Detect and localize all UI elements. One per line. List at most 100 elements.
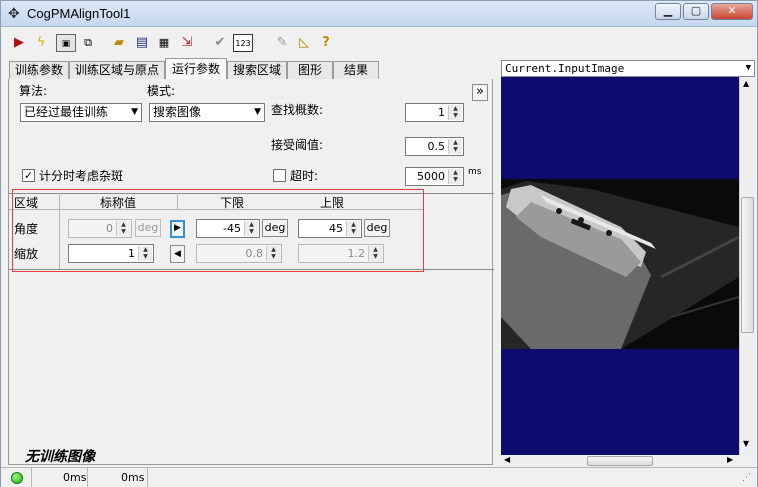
timeout-value: 5000 (417, 170, 445, 183)
find-count-stepper[interactable]: 1 ▲ ▼ (405, 103, 464, 122)
app-icon: ✥ (8, 6, 20, 22)
angle-nominal-unit-button[interactable]: deg (135, 219, 161, 237)
expand-button[interactable]: » (472, 84, 488, 101)
tab-train-region-origin[interactable]: 训练区域与原点 (69, 61, 165, 79)
image-source-value: Current.InputImage (505, 62, 625, 75)
scale-low-value: 0.8 (245, 247, 264, 260)
grid-icon[interactable]: ▦ (155, 34, 173, 52)
accept-threshold-label: 接受阈值: (271, 138, 324, 152)
mode-select[interactable]: 搜索图像 ▼ (149, 103, 265, 122)
status-ok-icon (11, 472, 23, 484)
minimize-button[interactable]: ▁ (655, 3, 681, 20)
scale-range-toggle-button[interactable]: ◀ (170, 245, 185, 263)
scroll-down-icon[interactable]: ▼ (743, 439, 749, 448)
scale-nominal-value: 1 (128, 247, 135, 260)
toolbar: ▶ ϟ ▣ ⧉ ▰ ▤ ▦ ⇲ ✔ 123 ✎ ◺ ? (1, 28, 757, 58)
header-nominal: 标称值 (100, 196, 137, 210)
scroll-up-icon[interactable]: ▲ (743, 79, 749, 88)
image-source-select[interactable]: Current.InputImage ▼ (501, 60, 755, 77)
lightning-icon[interactable]: ϟ (32, 34, 50, 52)
tab-run-params[interactable]: 运行参数 (165, 58, 227, 80)
scroll-left-icon[interactable]: ◀ (504, 455, 510, 464)
clutter-checkbox[interactable]: ✓ (22, 169, 35, 182)
accept-threshold-value: 0.5 (427, 140, 446, 153)
angle-nominal-value: 0 (106, 222, 113, 235)
input-image (501, 179, 739, 349)
scale-low-stepper[interactable]: 0.8 ▲ ▼ (196, 244, 282, 263)
angle-high-stepper[interactable]: 45 ▲ ▼ (298, 219, 362, 238)
image-display-icon[interactable]: ▣ (56, 34, 76, 52)
scroll-right-icon[interactable]: ▶ (727, 455, 733, 464)
numeric-display-icon[interactable]: 123 (233, 34, 253, 52)
spin-arrows-icon[interactable]: ▲ ▼ (368, 246, 382, 261)
spin-arrows-icon[interactable]: ▲ ▼ (346, 221, 360, 236)
timeout-stepper[interactable]: 5000 ▲ ▼ (405, 167, 464, 186)
chevron-down-icon: ▼ (131, 107, 138, 117)
status-bar: 0ms 0ms ⋰ (1, 467, 757, 487)
header-low: 下限 (220, 196, 245, 210)
open-folder-icon[interactable]: ▰ (110, 34, 128, 52)
save-icon[interactable]: ▤ (133, 34, 151, 52)
close-button[interactable]: ✕ (711, 3, 753, 20)
timeout-checkbox[interactable] (273, 169, 286, 182)
edit-disabled-icon[interactable]: ✎ (273, 34, 291, 52)
import-icon[interactable]: ⇲ (178, 34, 196, 52)
status-time-2: 0ms (121, 471, 145, 484)
tab-graphics[interactable]: 图形 (287, 61, 333, 79)
timeout-unit: ms (468, 167, 482, 177)
run-params-panel: 算法: 已经过最佳训练 ▼ 模式: 搜索图像 ▼ » 查找概数: 1 ▲ ▼ 接受… (8, 79, 494, 465)
spin-arrows-icon[interactable]: ▲ ▼ (448, 139, 462, 154)
horizontal-scroll-thumb[interactable] (587, 456, 653, 466)
tab-search-region[interactable]: 搜索区域 (227, 61, 287, 79)
scale-nominal-stepper[interactable]: 1 ▲ ▼ (68, 244, 154, 263)
status-divider (87, 468, 88, 487)
viewer-vertical-scrollbar[interactable]: ▲ ▼ (739, 77, 755, 455)
algorithm-label: 算法: (19, 84, 48, 98)
angle-low-unit-button[interactable]: deg (262, 219, 288, 237)
clutter-label: 计分时考虑杂斑 (39, 169, 124, 183)
angle-range-toggle-button[interactable]: ▶ (170, 220, 185, 238)
timeout-label: 超时: (290, 169, 319, 183)
check-icon[interactable]: ✔ (211, 34, 229, 52)
ruler-icon[interactable]: ◺ (295, 34, 313, 52)
help-icon[interactable]: ? (317, 34, 335, 52)
chevron-down-icon: ▼ (254, 107, 261, 117)
run-icon[interactable]: ▶ (10, 34, 28, 52)
spin-arrows-icon[interactable]: ▲ ▼ (448, 169, 462, 184)
status-divider (147, 468, 148, 487)
accept-threshold-stepper[interactable]: 0.5 ▲ ▼ (405, 137, 464, 156)
chevron-down-icon: ▼ (745, 63, 751, 73)
scale-high-stepper[interactable]: 1.2 ▲ ▼ (298, 244, 384, 263)
tab-results[interactable]: 结果 (333, 61, 379, 79)
angle-nominal-stepper[interactable]: 0 ▲ ▼ (68, 219, 132, 238)
spin-arrows-icon[interactable]: ▲ ▼ (448, 105, 462, 120)
angle-low-value: -45 (223, 222, 241, 235)
image-settings-icon[interactable]: ⧉ (79, 34, 97, 52)
spin-arrows-icon[interactable]: ▲ ▼ (266, 246, 280, 261)
mode-label: 模式: (147, 84, 176, 98)
algorithm-select[interactable]: 已经过最佳训练 ▼ (20, 103, 142, 122)
find-count-label: 查找概数: (271, 103, 324, 117)
vertical-scroll-thumb[interactable] (741, 197, 754, 333)
maximize-button[interactable]: ▢ (683, 3, 709, 20)
tab-train-params[interactable]: 训练参数 (9, 61, 69, 79)
mode-value: 搜索图像 (153, 105, 202, 119)
spin-arrows-icon[interactable]: ▲ ▼ (116, 221, 130, 236)
viewer-horizontal-scrollbar[interactable]: ◀ ▶ (501, 455, 739, 466)
angle-high-unit-button[interactable]: deg (364, 219, 390, 237)
status-time-1: 0ms (63, 471, 87, 484)
image-display[interactable] (501, 77, 739, 455)
angle-high-value: 45 (329, 222, 343, 235)
angle-low-stepper[interactable]: -45 ▲ ▼ (196, 219, 260, 238)
spin-arrows-icon[interactable]: ▲ ▼ (138, 246, 152, 261)
window-title: CogPMAlignTool1 (27, 6, 131, 21)
find-count-value: 1 (438, 106, 445, 119)
no-train-image-label: 无训练图像 (25, 449, 95, 465)
header-region: 区域 (14, 196, 39, 210)
resize-grip-icon[interactable]: ⋰ (742, 473, 751, 483)
row-scale-label: 缩放 (14, 247, 39, 261)
application-window: ✥ CogPMAlignTool1 ▁ ▢ ✕ ▶ ϟ ▣ ⧉ ▰ ▤ ▦ ⇲ … (0, 0, 758, 487)
header-high: 上限 (320, 196, 345, 210)
spin-arrows-icon[interactable]: ▲ ▼ (244, 221, 258, 236)
row-angle-label: 角度 (14, 222, 39, 236)
